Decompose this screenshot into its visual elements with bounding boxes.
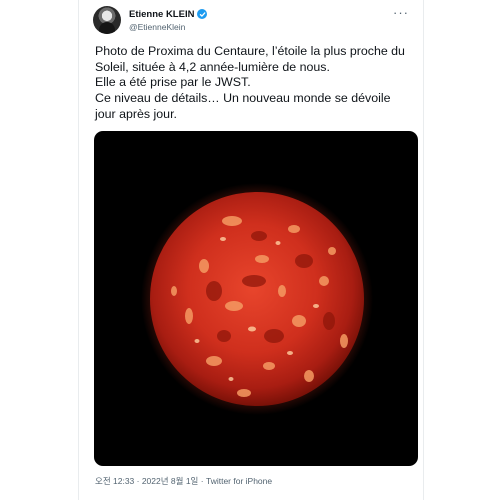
tweet-header: Etienne KLEIN @EtienneKlein ··· xyxy=(93,6,413,36)
meta-separator: · xyxy=(200,476,204,486)
more-horizontal-icon[interactable]: ··· xyxy=(393,6,409,19)
tweet-text-line: Elle a été prise par le JWST. xyxy=(95,75,251,90)
tweet-text-line: Ce niveau de détails… Un nouveau monde s… xyxy=(95,91,391,121)
verified-badge-icon xyxy=(197,9,208,19)
tweet-meta: 오전 12:33 · 2022년 8월 1일 · Twitter for iPh… xyxy=(95,475,272,487)
tweet-photo[interactable] xyxy=(94,131,418,466)
planet-image xyxy=(141,183,373,415)
timestamp[interactable]: 오전 12:33 · 2022년 8월 1일 xyxy=(95,476,198,486)
tweet-source[interactable]: Twitter for iPhone xyxy=(206,476,272,486)
tweet-card: Etienne KLEIN @EtienneKlein ··· Photo de… xyxy=(78,0,424,500)
display-name[interactable]: Etienne KLEIN xyxy=(129,9,194,20)
avatar[interactable] xyxy=(93,6,121,34)
handle[interactable]: @EtienneKlein xyxy=(129,22,207,32)
author-info[interactable]: Etienne KLEIN @EtienneKlein xyxy=(129,7,208,32)
tweet-text-line: Photo de Proxima du Centaure, l’étoile l… xyxy=(95,44,405,74)
tweet-text: Photo de Proxima du Centaure, l’étoile l… xyxy=(95,44,413,123)
